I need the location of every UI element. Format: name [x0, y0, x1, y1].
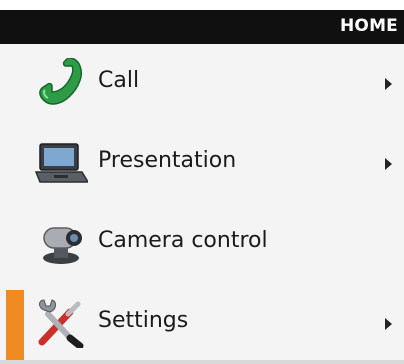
chevron-right-icon [385, 78, 392, 90]
menu-item-presentation[interactable]: Presentation [0, 124, 404, 204]
home-menu: Call Presentation Camera control Setting… [0, 44, 404, 364]
menu-item-settings-label: Settings [98, 308, 189, 333]
chevron-right-icon [385, 318, 392, 330]
menu-item-camera-control-label: Camera control [98, 228, 268, 253]
tools-icon [34, 298, 88, 350]
header-title: HOME [339, 16, 398, 36]
chevron-right-icon [385, 158, 392, 170]
camera-icon [34, 218, 88, 268]
home-screen: HOME Call Presentation Camera control Se… [0, 0, 404, 364]
menu-item-call-label: Call [98, 68, 140, 93]
menu-item-camera-control[interactable]: Camera control [0, 204, 404, 284]
bottom-divider [0, 360, 404, 364]
menu-item-call[interactable]: Call [0, 44, 404, 124]
selection-indicator [6, 290, 24, 364]
menu-item-presentation-label: Presentation [98, 148, 237, 173]
header-bar: HOME [0, 10, 404, 44]
laptop-icon [34, 138, 90, 188]
top-strip [0, 0, 404, 10]
menu-item-settings[interactable]: Settings [0, 284, 404, 364]
phone-icon [34, 57, 88, 108]
